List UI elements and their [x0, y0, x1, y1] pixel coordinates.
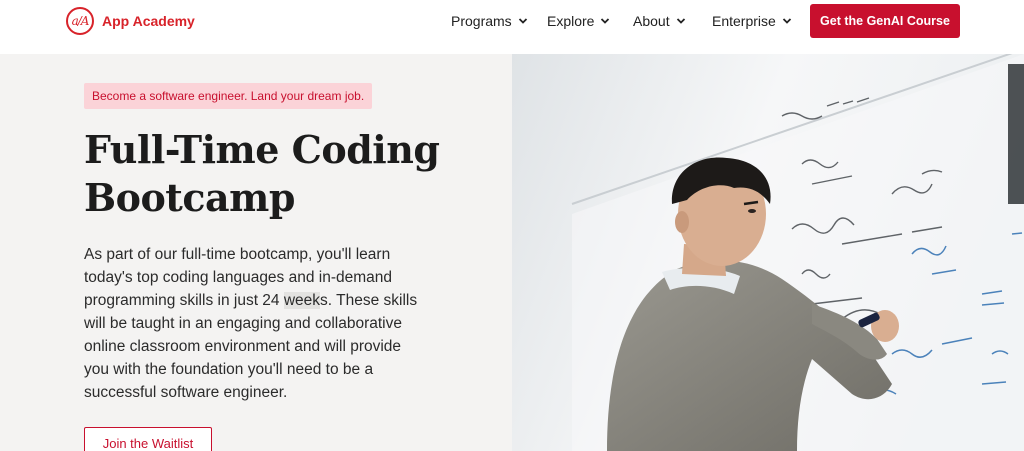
- nav-item-programs[interactable]: Programs: [451, 13, 528, 29]
- hero-photo: [512, 54, 1024, 451]
- nav-item-about[interactable]: About: [633, 13, 686, 29]
- logo-mark-icon: a/A: [66, 7, 94, 35]
- nav-item-label: Programs: [451, 13, 512, 29]
- chevron-down-icon: [782, 18, 791, 24]
- page-title-line2: Bootcamp: [84, 175, 295, 220]
- join-waitlist-button[interactable]: Join the Waitlist: [84, 427, 212, 451]
- get-genai-course-button[interactable]: Get the GenAI Course: [810, 4, 960, 38]
- hero-content: Become a software engineer. Land your dr…: [0, 54, 512, 451]
- nav-item-label: Explore: [547, 13, 595, 29]
- hero-description-highlight: week: [283, 292, 321, 309]
- page-title: Full-Time Coding Bootcamp: [84, 126, 484, 222]
- chevron-down-icon: [518, 18, 527, 24]
- page-title-line1: Full-Time Coding: [84, 127, 440, 172]
- chevron-down-icon: [601, 18, 610, 24]
- nav-item-label: About: [633, 13, 670, 29]
- chevron-down-icon: [676, 18, 685, 24]
- student-whiteboard-illustration: [512, 54, 1024, 451]
- logo-text: App Academy: [102, 13, 195, 29]
- hero-description: As part of our full-time bootcamp, you'l…: [84, 243, 424, 404]
- hero-tagline: Become a software engineer. Land your dr…: [84, 83, 373, 109]
- nav-item-enterprise[interactable]: Enterprise: [712, 13, 792, 29]
- app-academy-logo[interactable]: a/A App Academy: [66, 7, 195, 35]
- nav-item-explore[interactable]: Explore: [547, 13, 610, 29]
- nav-item-label: Enterprise: [712, 13, 776, 29]
- top-navbar: a/A App Academy Programs Explore About E…: [0, 0, 1024, 54]
